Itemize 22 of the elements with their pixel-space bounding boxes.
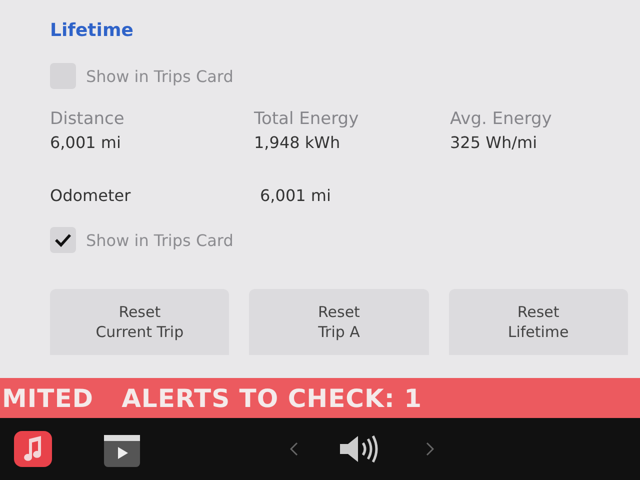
reset-button[interactable]: Reset Lifetime xyxy=(448,289,628,355)
stat-label: Avg. Energy xyxy=(450,109,553,129)
stat-label: Distance xyxy=(50,109,126,129)
volume-icon[interactable] xyxy=(338,434,380,464)
checkbox-label: Show in Trips Card xyxy=(86,66,234,86)
stat-label: Total Energy xyxy=(254,109,360,129)
alert-text: ALERTS TO CHECK: 1 xyxy=(122,384,422,412)
reset-button[interactable]: Reset Trip A xyxy=(249,289,429,355)
music-app-icon[interactable] xyxy=(14,431,52,467)
stat-value: 325 Wh/mi xyxy=(450,133,538,152)
checkbox[interactable] xyxy=(50,227,76,253)
section-title: Lifetime xyxy=(50,20,134,41)
stat-value: 1,948 kWh xyxy=(254,133,342,152)
stat-value: 6,001 mi xyxy=(50,133,122,152)
odometer-label: Odometer xyxy=(50,186,132,205)
checkbox-label: Show in Trips Card xyxy=(86,230,234,250)
reset-button[interactable]: Reset Current Trip xyxy=(50,289,230,355)
chevron-right-icon[interactable] xyxy=(426,442,434,456)
odometer-value: 6,001 mi xyxy=(260,186,332,205)
alert-text: MITED xyxy=(2,384,94,412)
chevron-left-icon[interactable] xyxy=(290,442,298,456)
checkmark-icon xyxy=(54,233,72,247)
